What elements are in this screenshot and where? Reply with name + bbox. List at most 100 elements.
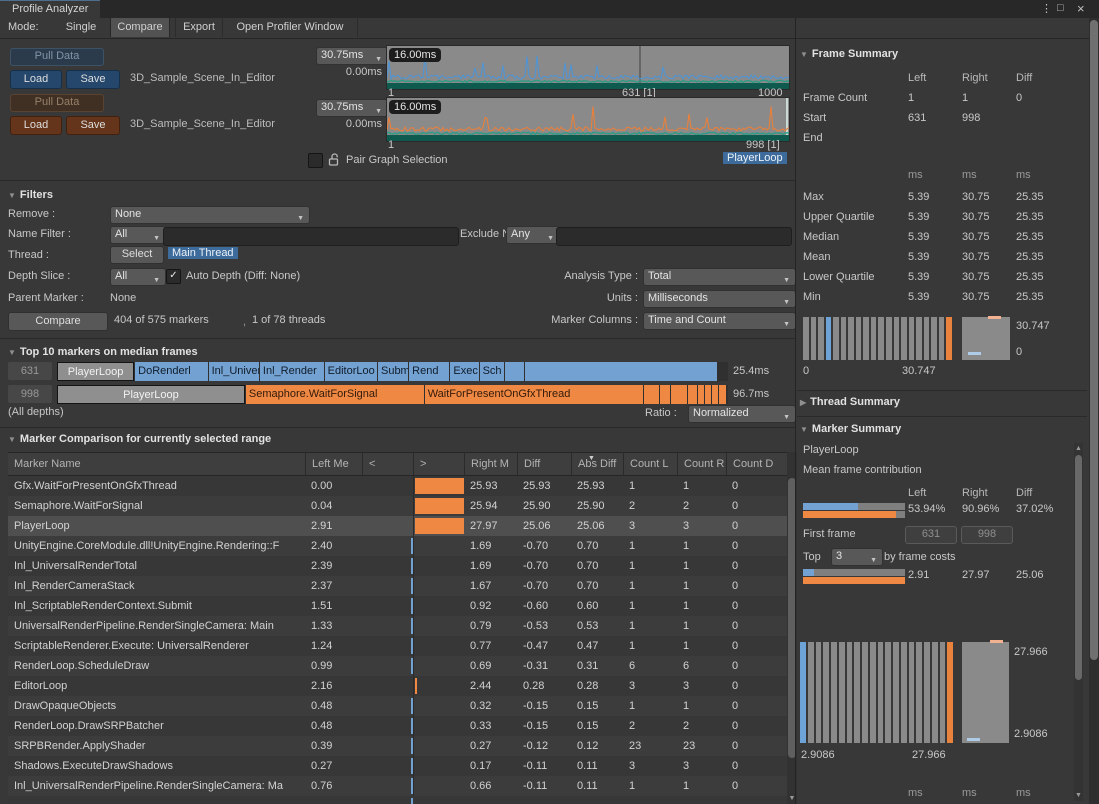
top10-header[interactable]: ▼Top 10 markers on median frames [8, 346, 198, 358]
pair-graph-selection-checkbox[interactable] [308, 153, 323, 168]
marker-segment[interactable] [698, 385, 704, 404]
load-right-button[interactable]: Load [10, 116, 62, 135]
scroll-down-icon[interactable]: ▼ [1074, 792, 1083, 799]
first-frame-left-button[interactable]: 631 [905, 526, 957, 544]
table-row[interactable]: UniversalRenderPipeline.RenderSingleCame… [8, 616, 787, 636]
kebab-menu-icon[interactable]: ⋮ [1041, 2, 1052, 15]
marker-summary-scrollbar[interactable]: ▲ ▼ [1074, 443, 1083, 801]
top-n-dropdown[interactable]: 3▼ [831, 548, 883, 566]
auto-depth-checkbox[interactable]: ✓ [166, 269, 181, 284]
analysis-type-dropdown[interactable]: Total▼ [643, 268, 796, 286]
graph-left-scale-dropdown[interactable]: 30.75ms▼ [316, 47, 388, 65]
right-panel-scrollbar[interactable] [1089, 18, 1099, 804]
units-dropdown[interactable]: Milliseconds▼ [643, 290, 796, 308]
compare-button[interactable]: Compare [8, 312, 108, 331]
ratio-dropdown[interactable]: Normalized▼ [688, 405, 796, 423]
table-row[interactable]: ScriptableRenderer.Execute: UniversalRen… [8, 636, 787, 656]
marker-segment[interactable]: DoRenderl [135, 362, 207, 381]
remove-dropdown[interactable]: None▼ [110, 206, 310, 224]
marker-segment[interactable] [688, 385, 697, 404]
depth-mode-dropdown[interactable]: All▼ [110, 268, 166, 286]
marker-segment[interactable] [660, 385, 670, 404]
selected-marker-label[interactable]: PlayerLoop [723, 152, 787, 164]
mode-compare-button[interactable]: Compare [110, 18, 170, 37]
frame-graph-left[interactable]: 16.00ms [386, 45, 790, 90]
first-frame-right-button[interactable]: 998 [961, 526, 1013, 544]
thread-select-button[interactable]: Select [110, 246, 164, 264]
col-right-bar[interactable]: > [413, 453, 464, 475]
load-left-button[interactable]: Load [10, 70, 62, 89]
marker-segment[interactable]: Semaphore.WaitForSignal [246, 385, 424, 404]
comparison-header[interactable]: ▼Marker Comparison for currently selecte… [8, 433, 271, 445]
close-icon[interactable]: × [1077, 1, 1085, 16]
table-row[interactable]: Semaphore.WaitForSignal0.0425.9425.9025.… [8, 496, 787, 516]
frame-graph-right[interactable]: 16.00ms [386, 97, 790, 142]
save-right-button[interactable]: Save [66, 116, 120, 135]
col-abs-diff[interactable]: ▼Abs Diff [571, 453, 623, 475]
marker-segment[interactable] [644, 385, 659, 404]
table-row[interactable]: RenderLoop.ScheduleDraw0.990.69-0.310.31… [8, 656, 787, 676]
table-row[interactable]: SRPBRender.ApplyShader0.390.27-0.120.122… [8, 736, 787, 756]
unlock-icon[interactable] [327, 152, 341, 167]
marker-segment[interactable]: PlayerLoop [57, 385, 245, 404]
table-row[interactable]: UnityEngine.CoreModule.dll!UnityEngine.R… [8, 536, 787, 556]
pull-data-right-button[interactable]: Pull Data [10, 94, 104, 112]
marker-segment[interactable]: EditorLoo [325, 362, 377, 381]
col-count-right[interactable]: Count R [677, 453, 726, 475]
table-row[interactable]: Inl_RenderCameraStack2.371.67-0.700.7011… [8, 576, 787, 596]
col-left-median[interactable]: Left Me [305, 453, 362, 475]
table-row[interactable]: Shadows.ExecuteDrawShadows0.270.17-0.110… [8, 756, 787, 776]
name-filter-mode-dropdown[interactable]: All▼ [110, 226, 166, 244]
table-row[interactable]: DrawOpaqueObjects0.480.32-0.150.15110 [8, 696, 787, 716]
col-right-median[interactable]: Right M [464, 453, 517, 475]
col-diff[interactable]: Diff [517, 453, 571, 475]
marker-segment[interactable]: Inl_Univers [209, 362, 259, 381]
col-marker-name[interactable]: Marker Name [8, 453, 305, 475]
marker-segment[interactable] [719, 385, 726, 404]
marker-segment[interactable] [525, 362, 717, 381]
marker-segment[interactable] [505, 362, 524, 381]
marker-segment[interactable] [705, 385, 711, 404]
exclude-names-input[interactable] [556, 227, 792, 246]
table-cell: 0.00 [305, 476, 362, 496]
marker-segment[interactable] [671, 385, 687, 404]
filters-header[interactable]: ▼Filters [8, 189, 53, 201]
table-cell: Inl_UniversalRenderTotal [8, 556, 305, 576]
scroll-up-icon[interactable]: ▲ [1074, 445, 1083, 452]
table-row[interactable]: Inl_UniversalRenderPipeline.RenderSingle… [8, 776, 787, 796]
frame-summary-header[interactable]: ▼Frame Summary [800, 48, 898, 60]
name-filter-input[interactable] [163, 227, 459, 246]
marker-segment[interactable]: Rend [409, 362, 449, 381]
open-profiler-window-button[interactable]: Open Profiler Window [222, 18, 358, 37]
col-count-left[interactable]: Count L [623, 453, 677, 475]
table-row[interactable]: PlayerLoop2.9127.9725.0625.06330 [8, 516, 787, 536]
table-cell: 0.27 [464, 736, 517, 756]
table-row[interactable]: Gfx.WaitForPresentOnGfxThread0.0025.9325… [8, 476, 787, 496]
marker-summary-histogram[interactable] [800, 642, 953, 743]
table-row[interactable]: Inl_ScriptableRenderContext.Submit1.510.… [8, 596, 787, 616]
tab-profile-analyzer[interactable]: Profile Analyzer [0, 0, 100, 18]
marker-segment[interactable]: Inl_Render [260, 362, 324, 381]
mode-single-button[interactable]: Single [52, 18, 110, 37]
exclude-mode-dropdown[interactable]: Any▼ [506, 226, 560, 244]
marker-segment[interactable] [712, 385, 718, 404]
col-left-bar[interactable]: < [362, 453, 413, 475]
marker-segment[interactable]: PlayerLoop [57, 362, 134, 381]
marker-columns-dropdown[interactable]: Time and Count▼ [643, 312, 796, 330]
marker-segment[interactable]: Submi [378, 362, 408, 381]
save-left-button[interactable]: Save [66, 70, 120, 89]
graph-right-scale-dropdown[interactable]: 30.75ms▼ [316, 99, 388, 117]
marker-summary-header[interactable]: ▼Marker Summary [800, 423, 901, 435]
thread-summary-header[interactable]: ▶Thread Summary [800, 396, 900, 408]
table-row[interactable]: EditorLoop2.162.440.280.28330 [8, 676, 787, 696]
table-row[interactable]: Inl_UniversalRenderTotal2.391.69-0.700.7… [8, 556, 787, 576]
marker-segment[interactable]: Exec [450, 362, 478, 381]
marker-segment[interactable]: WaitForPresentOnGfxThread [425, 385, 644, 404]
maximize-icon[interactable]: □ [1057, 2, 1064, 14]
frame-summary-histogram[interactable] [803, 317, 952, 360]
export-button[interactable]: Export [175, 18, 223, 37]
pull-data-left-button[interactable]: Pull Data [10, 48, 104, 66]
marker-segment[interactable]: Sch [480, 362, 505, 381]
col-count-diff[interactable]: Count D [726, 453, 787, 475]
table-row[interactable]: RenderLoop.DrawSRPBatcher0.480.33-0.150.… [8, 716, 787, 736]
